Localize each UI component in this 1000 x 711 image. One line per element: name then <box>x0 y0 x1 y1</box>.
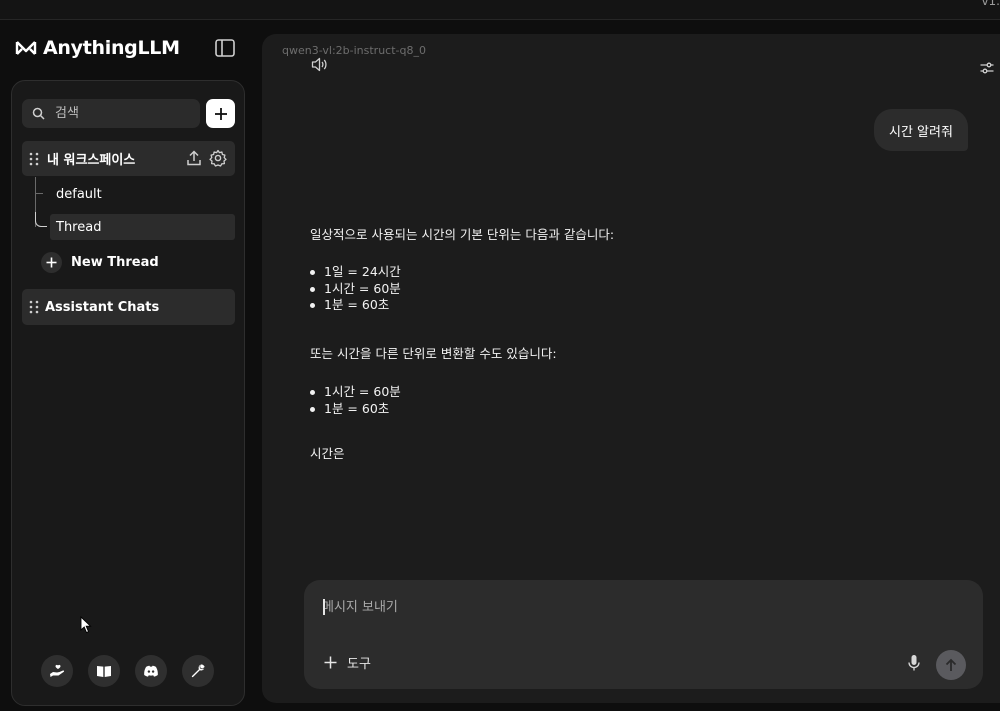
app-logo: AnythingLLM <box>15 37 180 59</box>
app-name: AnythingLLM <box>43 37 180 59</box>
drag-handle-icon[interactable] <box>29 152 39 166</box>
thread-tree-branch <box>35 193 43 194</box>
discord-button[interactable] <box>135 655 167 687</box>
community-hub-button[interactable] <box>41 655 73 687</box>
drag-handle-icon[interactable] <box>29 300 39 314</box>
user-message: 시간 알려줘 <box>874 109 968 151</box>
thread-label: default <box>56 186 102 202</box>
window-top-bar: v1. <box>0 0 1000 20</box>
add-workspace-button[interactable] <box>206 99 235 128</box>
assistant-chats-label: Assistant Chats <box>45 299 160 315</box>
thread-label: Thread <box>56 219 102 235</box>
discord-icon <box>144 665 158 677</box>
mouse-cursor-icon <box>80 616 92 634</box>
microphone-icon[interactable] <box>907 654 921 672</box>
response-list: 1시간 = 60분 1분 = 60초 <box>310 384 401 417</box>
model-name: qwen3-vl:2b-instruct-q8_0 <box>282 44 426 57</box>
workspace-name: 내 워크스페이스 <box>47 153 136 168</box>
book-open-icon <box>97 666 111 677</box>
list-item: 1시간 = 60분 <box>310 281 401 298</box>
sidebar-footer <box>41 655 214 687</box>
send-button[interactable] <box>936 650 966 680</box>
search-input[interactable] <box>55 106 185 121</box>
chat-panel: qwen3-vl:2b-instruct-q8_0 시간 알려줘 일상적으로 사… <box>262 34 1000 703</box>
gear-icon[interactable] <box>209 149 227 167</box>
settings-button[interactable] <box>182 655 214 687</box>
text-caret <box>323 599 325 615</box>
list-item: 1일 = 24시간 <box>310 264 401 281</box>
docs-button[interactable] <box>88 655 120 687</box>
upload-icon[interactable] <box>185 149 203 167</box>
response-list: 1일 = 24시간 1시간 = 60분 1분 = 60초 <box>310 264 401 314</box>
list-item: 1시간 = 60분 <box>310 384 401 401</box>
workspace-item[interactable]: 내 워크스페이스 <box>22 141 235 176</box>
response-middle: 또는 시간을 다른 단위로 변환할 수도 있습니다: <box>310 346 557 361</box>
wrench-icon <box>191 664 205 678</box>
search-box[interactable] <box>22 99 200 128</box>
plus-icon <box>324 656 337 669</box>
sliders-icon[interactable] <box>980 61 994 75</box>
list-item: 1분 = 60초 <box>310 401 401 418</box>
version-label: v1. <box>981 0 1000 8</box>
thread-item-thread[interactable]: Thread <box>50 214 235 240</box>
search-icon <box>32 107 45 120</box>
tools-button[interactable]: 도구 <box>324 653 371 672</box>
tools-label: 도구 <box>347 657 371 672</box>
new-thread-button[interactable]: New Thread <box>41 252 159 273</box>
logo-icon <box>15 41 37 55</box>
assistant-chats-item[interactable]: Assistant Chats <box>22 289 235 325</box>
hand-heart-icon <box>50 664 65 677</box>
thread-tree-branch-active <box>35 212 47 227</box>
thread-item-default[interactable]: default <box>50 181 102 207</box>
plus-icon <box>41 252 62 273</box>
response-intro: 일상적으로 사용되는 시간의 기본 단위는 다음과 같습니다: <box>310 227 615 242</box>
message-composer: 도구 <box>304 580 983 689</box>
list-item: 1분 = 60초 <box>310 297 401 314</box>
response-tail: 시간은 <box>310 446 345 461</box>
sidebar-toggle-icon[interactable] <box>215 39 235 57</box>
arrow-up-icon <box>945 658 957 671</box>
new-thread-label: New Thread <box>71 255 159 270</box>
plus-icon <box>214 107 227 120</box>
sidebar: 내 워크스페이스 default Thread New Thread <box>11 80 245 706</box>
message-input[interactable] <box>322 596 922 620</box>
speaker-icon[interactable] <box>311 57 328 72</box>
user-message-text: 시간 알려줘 <box>889 124 953 140</box>
